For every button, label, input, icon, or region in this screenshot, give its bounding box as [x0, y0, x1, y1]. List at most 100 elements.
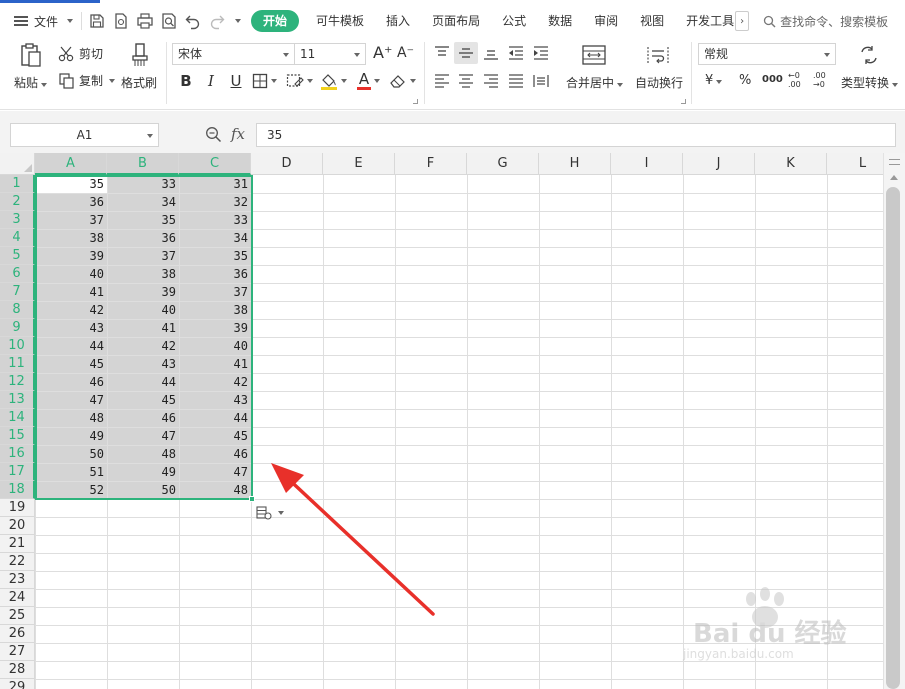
currency-button[interactable]: ¥ [705, 73, 723, 88]
cell-a16[interactable]: 50 [35, 445, 107, 463]
cell-a10[interactable]: 44 [35, 337, 107, 355]
row-header-17[interactable]: 17 [0, 463, 35, 481]
cell-c7[interactable]: 37 [179, 283, 251, 301]
cell-c15[interactable]: 45 [179, 427, 251, 445]
tab-home[interactable]: 开始 [251, 10, 300, 32]
cell-c11[interactable]: 41 [179, 355, 251, 373]
wrap-text-icon[interactable] [646, 44, 670, 66]
cell-a13[interactable]: 47 [35, 391, 107, 409]
shrink-font-button[interactable]: A⁻ [397, 45, 414, 61]
cell-c8[interactable]: 38 [179, 301, 251, 319]
export-pdf-icon[interactable] [112, 12, 130, 30]
bold-button[interactable]: B [174, 70, 198, 92]
cell-c18[interactable]: 48 [179, 481, 251, 499]
cell-a15[interactable]: 49 [35, 427, 107, 445]
align-center-button[interactable] [454, 70, 478, 92]
column-header-l[interactable]: L [827, 153, 883, 175]
cell-c2[interactable]: 32 [179, 193, 251, 211]
align-middle-button[interactable] [454, 42, 478, 64]
cell-c4[interactable]: 34 [179, 229, 251, 247]
type-convert-icon[interactable] [858, 45, 880, 65]
formula-input[interactable]: 35 [256, 123, 896, 147]
cell-a4[interactable]: 38 [35, 229, 107, 247]
column-header-k[interactable]: K [755, 153, 827, 175]
font-size-select[interactable]: 11 [294, 43, 366, 65]
cell-b17[interactable]: 49 [107, 463, 179, 481]
cell-a1[interactable]: 35 [35, 175, 107, 193]
alignment-dialog-launcher[interactable] [681, 99, 686, 104]
column-header-f[interactable]: F [395, 153, 467, 175]
cell-b15[interactable]: 47 [107, 427, 179, 445]
clear-button[interactable] [389, 73, 416, 89]
column-header-g[interactable]: G [467, 153, 539, 175]
tab-page-layout[interactable]: 页面布局 [421, 10, 491, 32]
merge-center-icon[interactable] [581, 44, 607, 66]
cell-a14[interactable]: 48 [35, 409, 107, 427]
cell-a17[interactable]: 51 [35, 463, 107, 481]
cell-b11[interactable]: 43 [107, 355, 179, 373]
borders-button[interactable] [252, 73, 277, 89]
print-icon[interactable] [136, 12, 154, 30]
save-icon[interactable] [88, 12, 106, 30]
cell-style-button[interactable] [286, 73, 313, 89]
row-header-28[interactable]: 28 [0, 661, 35, 679]
cell-b5[interactable]: 37 [107, 247, 179, 265]
italic-button[interactable]: I [199, 70, 223, 92]
tab-view[interactable]: 视图 [629, 10, 675, 32]
cell-a18[interactable]: 52 [35, 481, 107, 499]
cell-a8[interactable]: 42 [35, 301, 107, 319]
row-header-6[interactable]: 6 [0, 265, 35, 283]
cell-a9[interactable]: 43 [35, 319, 107, 337]
row-header-27[interactable]: 27 [0, 643, 35, 661]
decrease-decimal-button[interactable]: .00 →0 [813, 71, 833, 89]
type-convert-button[interactable]: 类型转换 [841, 74, 899, 91]
cell-b16[interactable]: 48 [107, 445, 179, 463]
cell-b9[interactable]: 41 [107, 319, 179, 337]
tab-formulas[interactable]: 公式 [491, 10, 537, 32]
cell-c1[interactable]: 31 [179, 175, 251, 193]
column-header-e[interactable]: E [323, 153, 395, 175]
row-header-9[interactable]: 9 [0, 319, 35, 337]
row-header-20[interactable]: 20 [0, 517, 35, 535]
cell-b3[interactable]: 35 [107, 211, 179, 229]
cell-b8[interactable]: 40 [107, 301, 179, 319]
increase-indent-button[interactable] [529, 42, 553, 64]
column-header-b[interactable]: B [107, 153, 179, 175]
row-header-16[interactable]: 16 [0, 445, 35, 463]
cell-a7[interactable]: 41 [35, 283, 107, 301]
split-handle-icon[interactable] [889, 159, 900, 165]
print-preview-icon[interactable] [160, 12, 178, 30]
tab-review[interactable]: 审阅 [583, 10, 629, 32]
cell-b18[interactable]: 50 [107, 481, 179, 499]
column-header-h[interactable]: H [539, 153, 611, 175]
row-header-7[interactable]: 7 [0, 283, 35, 301]
customize-toolbar-chevron-icon[interactable] [235, 19, 242, 23]
font-color-button[interactable]: A [357, 71, 380, 90]
cell-c16[interactable]: 46 [179, 445, 251, 463]
tab-developer[interactable]: 开发工具 [675, 10, 739, 32]
paste-icon[interactable] [18, 42, 44, 68]
wrap-text-button[interactable]: 自动换行 [635, 74, 683, 91]
cell-b4[interactable]: 36 [107, 229, 179, 247]
copy-button[interactable]: 复制 [58, 72, 116, 89]
insert-function-button[interactable]: fx [231, 125, 245, 143]
column-header-j[interactable]: J [683, 153, 755, 175]
cell-b1[interactable]: 33 [107, 175, 179, 193]
font-dialog-launcher[interactable] [413, 99, 418, 104]
cell-c17[interactable]: 47 [179, 463, 251, 481]
grow-font-button[interactable]: A⁺ [373, 43, 392, 62]
row-header-26[interactable]: 26 [0, 625, 35, 643]
cell-b10[interactable]: 42 [107, 337, 179, 355]
row-header-22[interactable]: 22 [0, 553, 35, 571]
row-header-14[interactable]: 14 [0, 409, 35, 427]
cell-c14[interactable]: 44 [179, 409, 251, 427]
decrease-indent-button[interactable] [504, 42, 528, 64]
vertical-scrollbar[interactable] [883, 153, 905, 689]
cell-a12[interactable]: 46 [35, 373, 107, 391]
format-painter-icon[interactable] [128, 42, 152, 68]
row-header-11[interactable]: 11 [0, 355, 35, 373]
row-header-24[interactable]: 24 [0, 589, 35, 607]
percent-button[interactable]: % [739, 73, 751, 88]
paste-button[interactable]: 粘贴 [14, 74, 48, 91]
column-header-c[interactable]: C [179, 153, 251, 175]
